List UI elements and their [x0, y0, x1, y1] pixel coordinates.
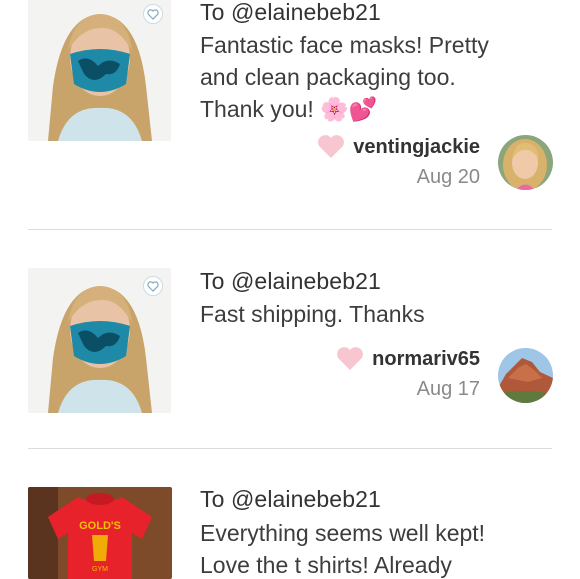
review-date: Aug 20	[416, 166, 480, 188]
red-rock-mountain-avatar-image	[498, 348, 553, 403]
reviewer-row: ventingjackie	[317, 135, 480, 159]
heart-icon	[318, 135, 345, 158]
review-message-line: Love the t shirts! Already	[200, 552, 452, 578]
review-message-line: and clean packaging too.	[200, 64, 456, 90]
reviewer-avatar[interactable]	[498, 135, 553, 190]
reviewer-username[interactable]: normariv65	[372, 348, 480, 371]
review-message: Everything seems well kept! Love the t s…	[200, 517, 560, 579]
review-recipient: To @elainebeb21	[200, 0, 381, 25]
divider	[28, 229, 552, 230]
reviewer-row: normariv65	[336, 347, 480, 371]
review-message-line: Fast shipping. Thanks	[200, 301, 425, 327]
heart-outline-icon[interactable]	[143, 276, 163, 296]
review-date: Aug 17	[416, 378, 480, 400]
review-message-line: Thank you! 🌸💕	[200, 96, 378, 122]
product-thumbnail[interactable]	[28, 0, 171, 141]
product-thumbnail[interactable]	[28, 268, 171, 413]
reviewer-username[interactable]: ventingjackie	[353, 136, 480, 159]
review-recipient: To @elainebeb21	[200, 268, 381, 294]
review-message-line: Fantastic face masks! Pretty	[200, 32, 489, 58]
heart-outline-icon[interactable]	[143, 4, 163, 24]
red-gold-gym-tshirt-image: GOLD'S GYM	[28, 487, 172, 579]
review-message: Fantastic face masks! Pretty and clean p…	[200, 29, 560, 125]
svg-text:GYM: GYM	[92, 566, 108, 573]
divider	[28, 448, 552, 449]
reviewer-avatar[interactable]	[498, 348, 553, 403]
review-message-line: Everything seems well kept!	[200, 520, 486, 546]
review-message: Fast shipping. Thanks	[200, 298, 560, 330]
heart-icon	[337, 347, 364, 370]
review-recipient: To @elainebeb21	[200, 486, 381, 512]
svg-text:GOLD'S: GOLD'S	[79, 520, 121, 532]
blonde-woman-avatar-image	[498, 135, 553, 190]
product-thumbnail[interactable]: GOLD'S GYM	[28, 487, 172, 579]
